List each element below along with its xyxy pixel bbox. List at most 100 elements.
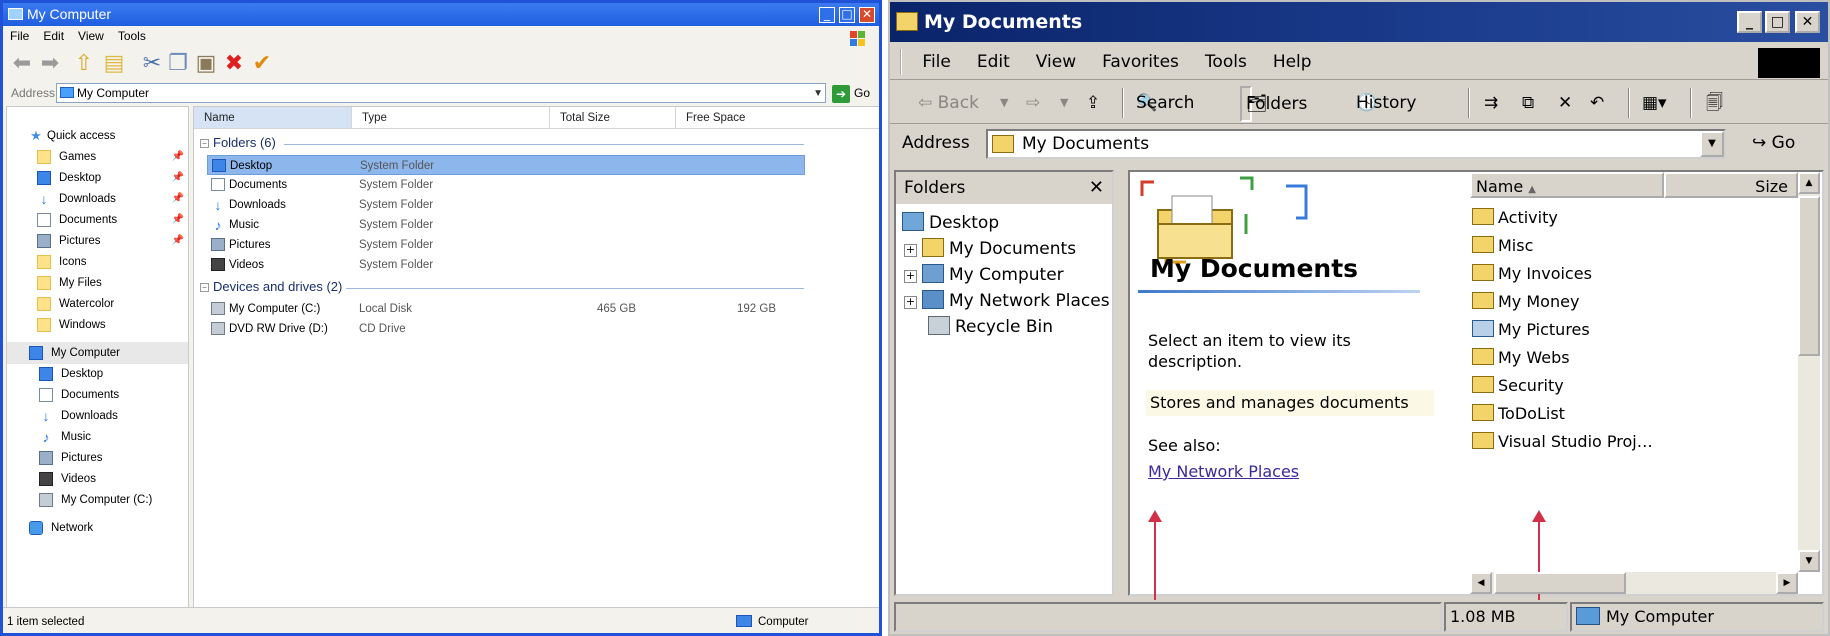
copy-to-icon[interactable]: ⧉ (1522, 82, 1534, 124)
views-icon[interactable]: ▦▾ (1642, 82, 1667, 124)
chevron-down-icon[interactable]: ▼ (1000, 82, 1008, 124)
group-devices-and-drives[interactable]: − Devices and drives (2) (200, 278, 342, 296)
scroll-down-icon[interactable]: ▼ (1798, 550, 1820, 572)
table-row[interactable]: Desktop System Folder (207, 155, 805, 175)
minimize-button[interactable]: _ (819, 7, 835, 23)
list-item[interactable]: My Pictures (1472, 318, 1590, 342)
nav-item-videos[interactable]: Videos (7, 468, 188, 490)
up-folder-icon[interactable]: ⇧ (71, 52, 97, 76)
list-item[interactable]: My Invoices (1472, 262, 1592, 286)
forward-icon[interactable]: ➡ (37, 52, 63, 76)
forward-button[interactable]: ⇨ (1026, 82, 1040, 124)
menu-view[interactable]: View (1023, 44, 1089, 80)
nav-item-documents[interactable]: Documents (7, 384, 188, 406)
title-bar[interactable]: My Computer _ □ ✕ (3, 3, 879, 26)
undo-icon[interactable]: ↶ (1590, 82, 1604, 124)
column-free-space[interactable]: Free Space (676, 107, 879, 129)
nav-item-desktop[interactable]: Desktop (7, 363, 188, 385)
minimize-button[interactable]: _ (1737, 11, 1762, 33)
table-row[interactable]: My Computer (C:) Local Disk 465 GB 192 GB (207, 299, 805, 319)
group-folders[interactable]: − Folders (6) (200, 134, 276, 152)
list-item[interactable]: Visual Studio Proj… (1472, 430, 1653, 454)
nav-item-my-files[interactable]: My Files (7, 272, 188, 294)
maximize-button[interactable]: □ (839, 7, 855, 23)
column-name[interactable]: Name (194, 107, 352, 129)
chevron-down-icon[interactable]: ▼ (1700, 131, 1724, 157)
close-button[interactable]: ✕ (859, 7, 875, 23)
nav-network[interactable]: Network (7, 517, 188, 539)
column-type[interactable]: Type (352, 107, 550, 129)
paste-icon[interactable]: ▣ (193, 52, 219, 76)
scroll-thumb[interactable] (1798, 196, 1820, 356)
nav-item-music[interactable]: ♪ Music (7, 426, 188, 448)
copy-icon[interactable]: ❐ (165, 52, 191, 76)
close-pane-icon[interactable]: ✕ (1089, 172, 1104, 204)
table-row[interactable]: Videos System Folder (207, 255, 805, 275)
nav-item-watercolor[interactable]: Watercolor (7, 293, 188, 315)
address-input[interactable]: My Computer ▼ (56, 83, 826, 103)
scroll-up-icon[interactable]: ▲ (1798, 172, 1820, 194)
nav-item-desktop[interactable]: Desktop 📌 (7, 167, 188, 189)
scroll-right-icon[interactable]: ▶ (1776, 572, 1798, 594)
nav-item-downloads[interactable]: ↓ Downloads (7, 405, 188, 427)
tree-item-my-documents[interactable]: + My Documents (904, 236, 1076, 262)
menu-file[interactable]: File (909, 44, 963, 80)
menu-favorites[interactable]: Favorites (1089, 44, 1192, 80)
column-name[interactable]: Name ▲ (1470, 172, 1664, 198)
nav-item-pictures[interactable]: Pictures (7, 447, 188, 469)
table-row[interactable]: ↓ Downloads System Folder (207, 195, 805, 215)
nav-item-icons[interactable]: Icons (7, 251, 188, 273)
move-to-icon[interactable]: ⇉ (1484, 82, 1498, 124)
table-row[interactable]: Documents System Folder (207, 175, 805, 195)
go-button[interactable]: ➔ Go (832, 83, 878, 103)
list-item[interactable]: My Webs (1472, 346, 1570, 370)
checkmark-icon[interactable]: ✔ (249, 52, 275, 76)
tree-item-desktop[interactable]: Desktop (902, 210, 999, 236)
nav-quick-access[interactable]: ★ Quick access (7, 125, 188, 147)
close-button[interactable]: ✕ (1795, 11, 1820, 33)
address-input[interactable]: My Documents ▼ (986, 129, 1726, 159)
expand-icon[interactable]: + (904, 296, 917, 309)
back-icon[interactable]: ⬅ (9, 52, 35, 76)
column-total-size[interactable]: Total Size (550, 107, 676, 129)
menu-file[interactable]: File (3, 26, 36, 46)
menu-edit[interactable]: Edit (36, 26, 71, 46)
expand-icon[interactable]: + (904, 270, 917, 283)
menu-help[interactable]: Help (1260, 44, 1325, 80)
list-item[interactable]: Misc (1472, 234, 1533, 258)
maximize-button[interactable]: □ (1765, 11, 1790, 33)
tree-item-recycle-bin[interactable]: Recycle Bin (928, 314, 1053, 340)
horizontal-scrollbar[interactable]: ◀ ▶ (1470, 572, 1798, 594)
table-row[interactable]: Pictures System Folder (207, 235, 805, 255)
nav-item-windows[interactable]: Windows (7, 314, 188, 336)
title-bar[interactable]: My Documents _ □ ✕ (890, 2, 1828, 42)
nav-item-drive-c[interactable]: My Computer (C:) (7, 489, 188, 511)
properties-icon[interactable]: 🗐 (1706, 82, 1723, 124)
tree-item-my-computer[interactable]: + My Computer (904, 262, 1064, 288)
back-button[interactable]: ⇦ Back (918, 82, 979, 124)
menu-view[interactable]: View (71, 26, 111, 46)
nav-item-games[interactable]: Games 📌 (7, 146, 188, 168)
vertical-scrollbar[interactable]: ▲ ▼ (1798, 172, 1820, 572)
list-item[interactable]: Security (1472, 374, 1564, 398)
list-item[interactable]: Activity (1472, 206, 1558, 230)
nav-my-computer[interactable]: My Computer (7, 342, 188, 364)
expand-icon[interactable]: + (904, 244, 917, 257)
nav-item-documents[interactable]: Documents 📌 (7, 209, 188, 231)
tree-item-my-network-places[interactable]: + My Network Places (904, 288, 1110, 314)
chevron-down-icon[interactable]: ▼ (813, 85, 823, 103)
table-row[interactable]: DVD RW Drive (D:) CD Drive (207, 319, 805, 339)
network-places-link[interactable]: My Network Places (1148, 462, 1299, 481)
list-item[interactable]: ToDoList (1472, 402, 1565, 426)
menu-tools[interactable]: Tools (111, 26, 153, 46)
toolbar-grip[interactable] (900, 49, 904, 75)
menu-tools[interactable]: Tools (1192, 44, 1260, 80)
views-icon[interactable]: ▤ (101, 52, 127, 76)
nav-item-downloads[interactable]: ↓ Downloads 📌 (7, 188, 188, 210)
up-folder-icon[interactable]: ⇪ (1086, 82, 1100, 124)
delete-icon[interactable]: ✕ (1558, 82, 1572, 124)
column-size[interactable]: Size (1664, 172, 1798, 198)
chevron-down-icon[interactable]: ▼ (1060, 82, 1068, 124)
go-button[interactable]: ↪ Go (1752, 133, 1795, 153)
scroll-thumb[interactable] (1494, 572, 1626, 594)
